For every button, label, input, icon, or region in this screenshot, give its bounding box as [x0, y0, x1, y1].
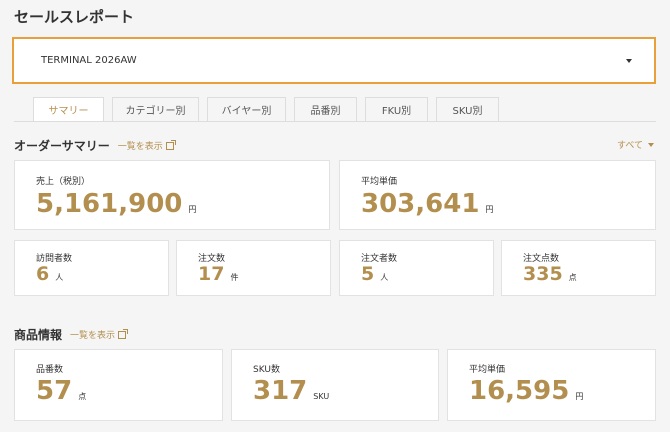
orders-value: 17 件	[198, 263, 239, 285]
avg-price-card: 平均単価 303,641 円	[339, 160, 656, 230]
sku-count-value: 317 SKU	[253, 376, 330, 406]
tab-buyer[interactable]: バイヤー別	[207, 97, 286, 122]
order-summary-view-link-label: 一覧を表示	[117, 142, 163, 152]
report-tabs: サマリー カテゴリー別 バイヤー別 品番別 FKU別 SKU別	[33, 97, 507, 122]
product-info-header: 商品情報 一覧を表示	[14, 326, 129, 343]
item-count-label: 品番数	[36, 365, 64, 375]
order-summary-view-link[interactable]: 一覧を表示	[117, 139, 176, 152]
order-summary-header: オーダーサマリー 一覧を表示	[14, 137, 176, 154]
sku-count-label: SKU数	[253, 365, 280, 375]
page-title: セールスレポート	[14, 8, 135, 26]
sales-label: 売上（税別）	[36, 177, 91, 187]
item-count-card: 品番数 57 点	[14, 349, 223, 421]
tab-category[interactable]: カテゴリー別	[112, 97, 199, 122]
item-count-value: 57 点	[36, 376, 87, 406]
tab-item-number[interactable]: 品番別	[294, 97, 357, 122]
sales-value: 5,161,900 円	[36, 189, 197, 219]
campaign-select[interactable]: TERMINAL 2026AW	[12, 37, 656, 84]
chevron-down-icon	[648, 142, 654, 147]
product-info-view-link[interactable]: 一覧を表示	[70, 328, 129, 341]
campaign-select-value: TERMINAL 2026AW	[41, 55, 137, 66]
sales-card: 売上（税別） 5,161,900 円	[14, 160, 330, 230]
external-link-icon	[165, 139, 176, 150]
tab-fku[interactable]: FKU別	[365, 97, 428, 122]
product-avg-price-card: 平均単価 16,595 円	[447, 349, 656, 421]
filter-dropdown[interactable]: すべて	[617, 138, 654, 151]
order-items-value: 335 点	[523, 263, 577, 285]
tab-sku[interactable]: SKU別	[436, 97, 499, 122]
product-avg-price-label: 平均単価	[469, 365, 506, 375]
product-avg-price-value: 16,595 円	[469, 376, 584, 406]
avg-price-value: 303,641 円	[361, 189, 494, 219]
tab-divider	[14, 121, 656, 122]
product-info-title: 商品情報	[14, 328, 63, 342]
avg-price-label: 平均単価	[361, 177, 398, 187]
external-link-icon	[118, 328, 129, 339]
filter-label: すべて	[616, 141, 643, 151]
sku-count-card: SKU数 317 SKU	[231, 349, 439, 421]
visitors-value: 6人	[36, 263, 64, 285]
tab-summary[interactable]: サマリー	[33, 97, 104, 122]
orderers-card: 注文者数 5人	[339, 240, 494, 296]
visitors-card: 訪問者数 6人	[14, 240, 169, 296]
chevron-down-icon	[626, 58, 632, 63]
order-items-card: 注文点数 335 点	[501, 240, 656, 296]
order-summary-title: オーダーサマリー	[14, 139, 110, 153]
orders-card: 注文数 17 件	[176, 240, 331, 296]
orderers-value: 5人	[361, 263, 389, 285]
product-info-view-link-label: 一覧を表示	[70, 331, 116, 341]
